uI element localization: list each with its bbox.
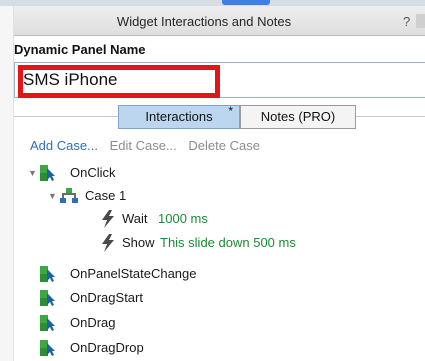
event-icon [40, 290, 55, 306]
scrollbar[interactable] [416, 14, 425, 28]
edit-case-link[interactable]: Edit Case... [110, 138, 177, 153]
action-detail: 1000 ms [158, 211, 208, 226]
widget-interactions-panel: Widget Interactions and Notes ? Dynamic … [0, 0, 425, 361]
lightning-bolt-icon [102, 210, 114, 228]
triangle-down-icon[interactable]: ▼ [28, 162, 37, 184]
event-label: OnDrag [70, 315, 116, 330]
tab-notes-label: Notes (PRO) [260, 109, 336, 124]
panel-name-label: Dynamic Panel Name [14, 42, 146, 57]
panel-titlebar: Widget Interactions and Notes ? [14, 6, 425, 36]
action-verb: Show [122, 235, 155, 250]
left-edge [0, 6, 14, 361]
panel-title: Widget Interactions and Notes [116, 14, 292, 29]
event-icon [40, 340, 55, 356]
tab-notes[interactable]: Notes (PRO) [240, 105, 356, 129]
delete-case-link[interactable]: Delete Case [188, 138, 260, 153]
panel-name-input[interactable] [14, 62, 425, 98]
case-icon [60, 188, 78, 203]
event-icon [40, 266, 55, 282]
tab-interactions-label: Interactions [145, 109, 213, 124]
triangle-down-icon[interactable]: ▼ [48, 185, 57, 207]
case-label: Case 1 [85, 188, 127, 203]
unsaved-badge: * [228, 104, 233, 118]
tab-interactions[interactable]: Interactions * [118, 104, 240, 129]
event-label: OnPanelStateChange [70, 266, 197, 281]
toolbar-highlight [222, 0, 270, 5]
case-actions: Add Case... Edit Case... Delete Case [30, 138, 268, 153]
help-button[interactable]: ? [403, 14, 410, 29]
event-label: OnClick [70, 165, 116, 180]
action-detail: This slide down 500 ms [160, 235, 296, 250]
event-label: OnDragStart [70, 290, 143, 305]
lightning-bolt-icon [102, 234, 114, 252]
event-icon [40, 165, 55, 181]
event-label: OnDragDrop [70, 340, 144, 355]
event-icon [40, 315, 55, 331]
add-case-link[interactable]: Add Case... [30, 138, 98, 153]
action-verb: Wait [122, 211, 148, 226]
